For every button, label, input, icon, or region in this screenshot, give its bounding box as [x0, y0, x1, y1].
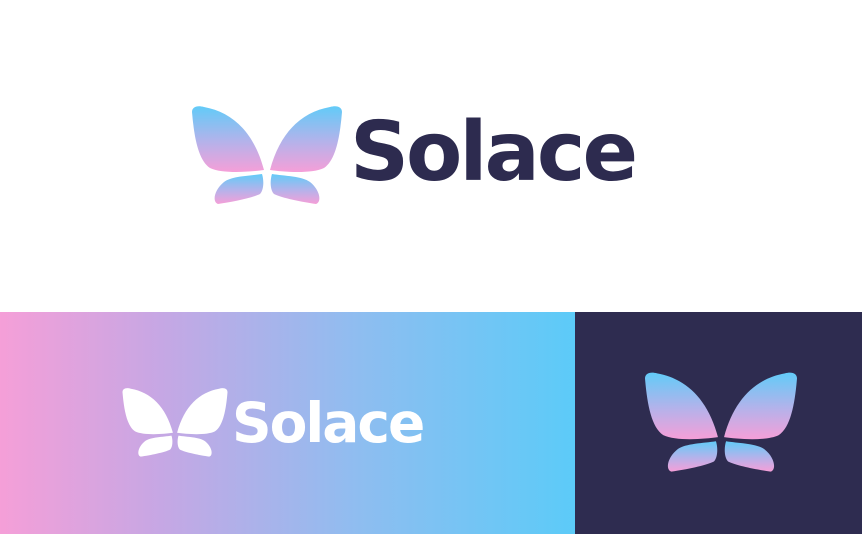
white-logo: Solace — [122, 388, 462, 468]
dark-mark-panel — [575, 312, 862, 534]
logo-presentation: Solace Solace — [0, 0, 862, 534]
brand-wordmark-white: Solace — [232, 391, 425, 455]
gradient-logo-panel: Solace — [0, 312, 575, 534]
butterfly-icon — [645, 372, 797, 472]
butterfly-icon — [122, 388, 228, 457]
primary-logo: Solace — [188, 100, 668, 210]
primary-logo-panel: Solace — [0, 0, 862, 312]
brand-wordmark: Solace — [350, 105, 638, 200]
butterfly-icon — [192, 106, 342, 204]
